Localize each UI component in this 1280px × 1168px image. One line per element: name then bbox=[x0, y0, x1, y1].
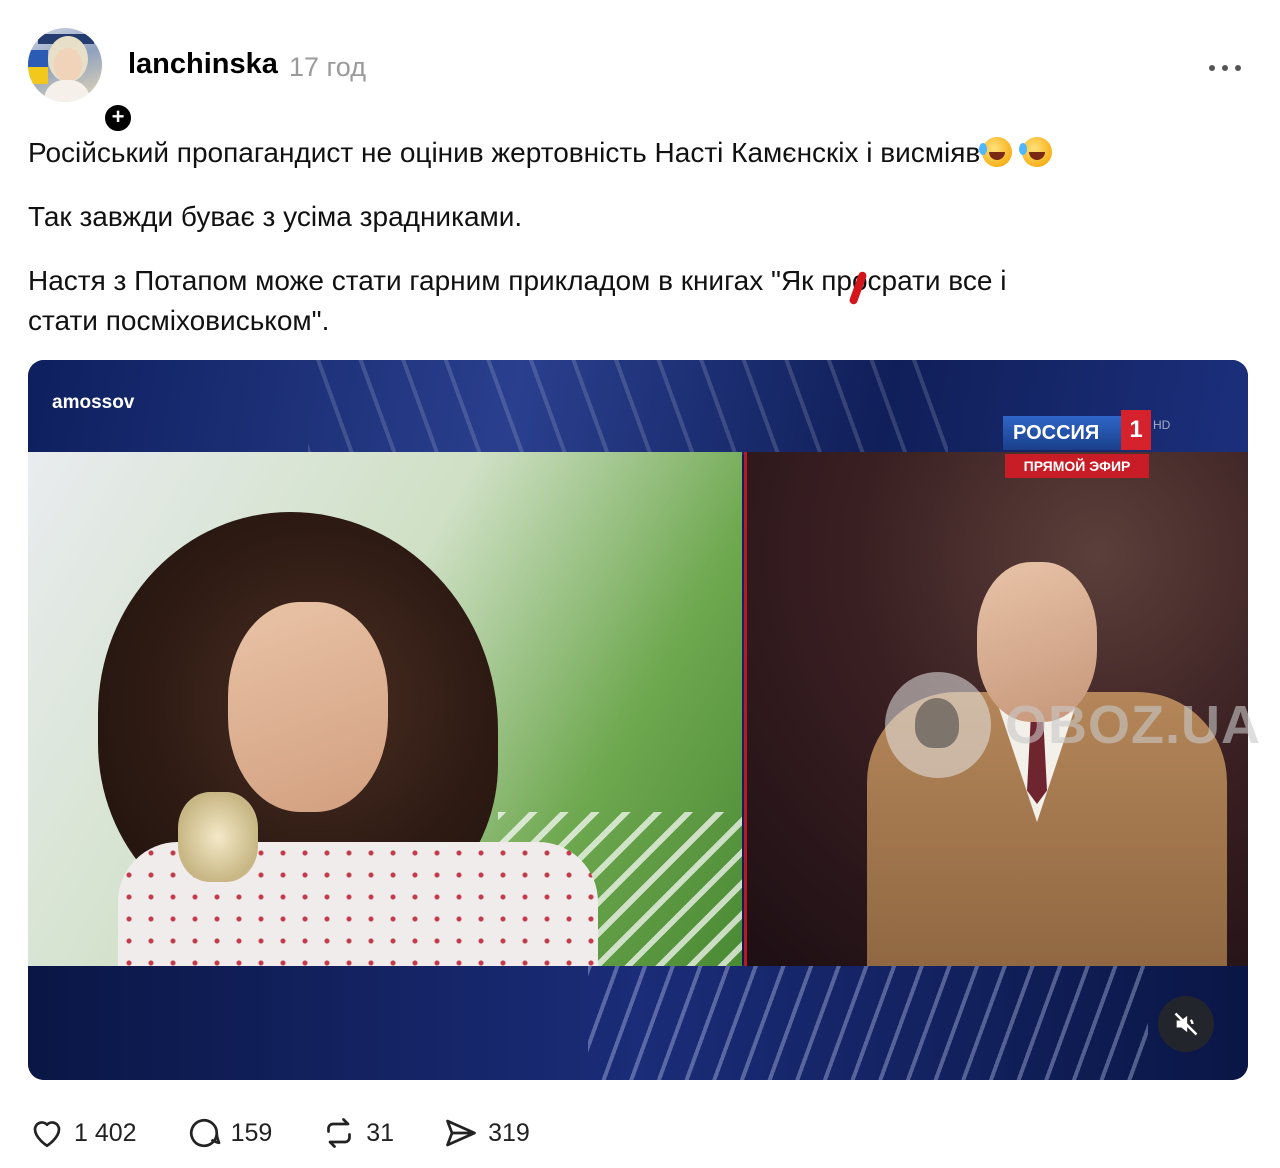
flag-graphic bbox=[28, 50, 48, 84]
speaker-muted-icon bbox=[1174, 1012, 1198, 1036]
repost-button[interactable]: 31 bbox=[320, 1115, 394, 1151]
video-right-frame-presenter bbox=[744, 452, 1248, 966]
more-dots-icon bbox=[1209, 65, 1215, 71]
video-player[interactable]: amossov РОССИЯ 1 HD ПРЯМОЙ ЭФИР bbox=[28, 360, 1248, 1080]
rolling-laughing-emoji-icon bbox=[1019, 137, 1053, 167]
post-text-line: Російський пропагандист не оцінив жертов… bbox=[28, 137, 981, 168]
studio-backdrop-bottom bbox=[28, 965, 1248, 1080]
repost-arrows-icon bbox=[327, 1118, 352, 1148]
tv-logo-number: 1 bbox=[1121, 410, 1151, 450]
like-count: 1 402 bbox=[74, 1118, 137, 1147]
author-avatar-group[interactable]: + bbox=[28, 28, 134, 134]
like-button[interactable]: 1 402 bbox=[28, 1115, 137, 1151]
post-actions-bar: 1 402 159 31 319 bbox=[28, 1110, 578, 1156]
post-text-part: стати посміховиськом". bbox=[28, 305, 330, 336]
tv-live-badge: ПРЯМОЙ ЭФИР bbox=[1005, 454, 1149, 478]
post-text-part: срати все і bbox=[867, 265, 1007, 296]
post-paragraph-3: Настя з Потапом може стати гарним прикла… bbox=[28, 261, 1178, 341]
post-text-part: Настя з Потапом може стати гарним прикла… bbox=[28, 265, 852, 296]
comment-button[interactable]: 159 bbox=[185, 1115, 273, 1151]
share-count: 319 bbox=[488, 1118, 530, 1147]
paper-plane-icon bbox=[446, 1119, 476, 1147]
tv-logo-hd: HD bbox=[1153, 418, 1171, 432]
avatar[interactable] bbox=[28, 28, 102, 102]
post-paragraph-1: Російський пропагандист не оцінив жертов… bbox=[28, 133, 1178, 173]
heart-icon bbox=[33, 1121, 61, 1148]
video-channel-tag: amossov bbox=[52, 392, 135, 413]
video-left-frame-woman bbox=[28, 452, 742, 966]
comment-count: 159 bbox=[230, 1118, 273, 1147]
repost-count: 31 bbox=[366, 1118, 395, 1147]
author-username[interactable]: lanchinska bbox=[128, 48, 278, 81]
rolling-laughing-emoji-icon bbox=[979, 137, 1013, 167]
tv-logo-name: РОССИЯ bbox=[1003, 416, 1121, 450]
speech-bubble-icon bbox=[189, 1118, 220, 1148]
tv-channel-logo: РОССИЯ 1 HD ПРЯМОЙ ЭФИР bbox=[1003, 410, 1170, 482]
plus-icon: + bbox=[111, 104, 125, 129]
follow-plus-button[interactable]: + bbox=[102, 102, 134, 134]
share-button[interactable]: 319 bbox=[442, 1115, 530, 1151]
more-options-button[interactable] bbox=[1202, 48, 1248, 88]
post-timestamp: 17 год bbox=[289, 52, 366, 82]
post-paragraph-2: Так завжди буває з усіма зрадниками. bbox=[28, 201, 523, 232]
red-censor-mark: о bbox=[851, 265, 868, 296]
mute-toggle-button[interactable] bbox=[1158, 996, 1214, 1052]
